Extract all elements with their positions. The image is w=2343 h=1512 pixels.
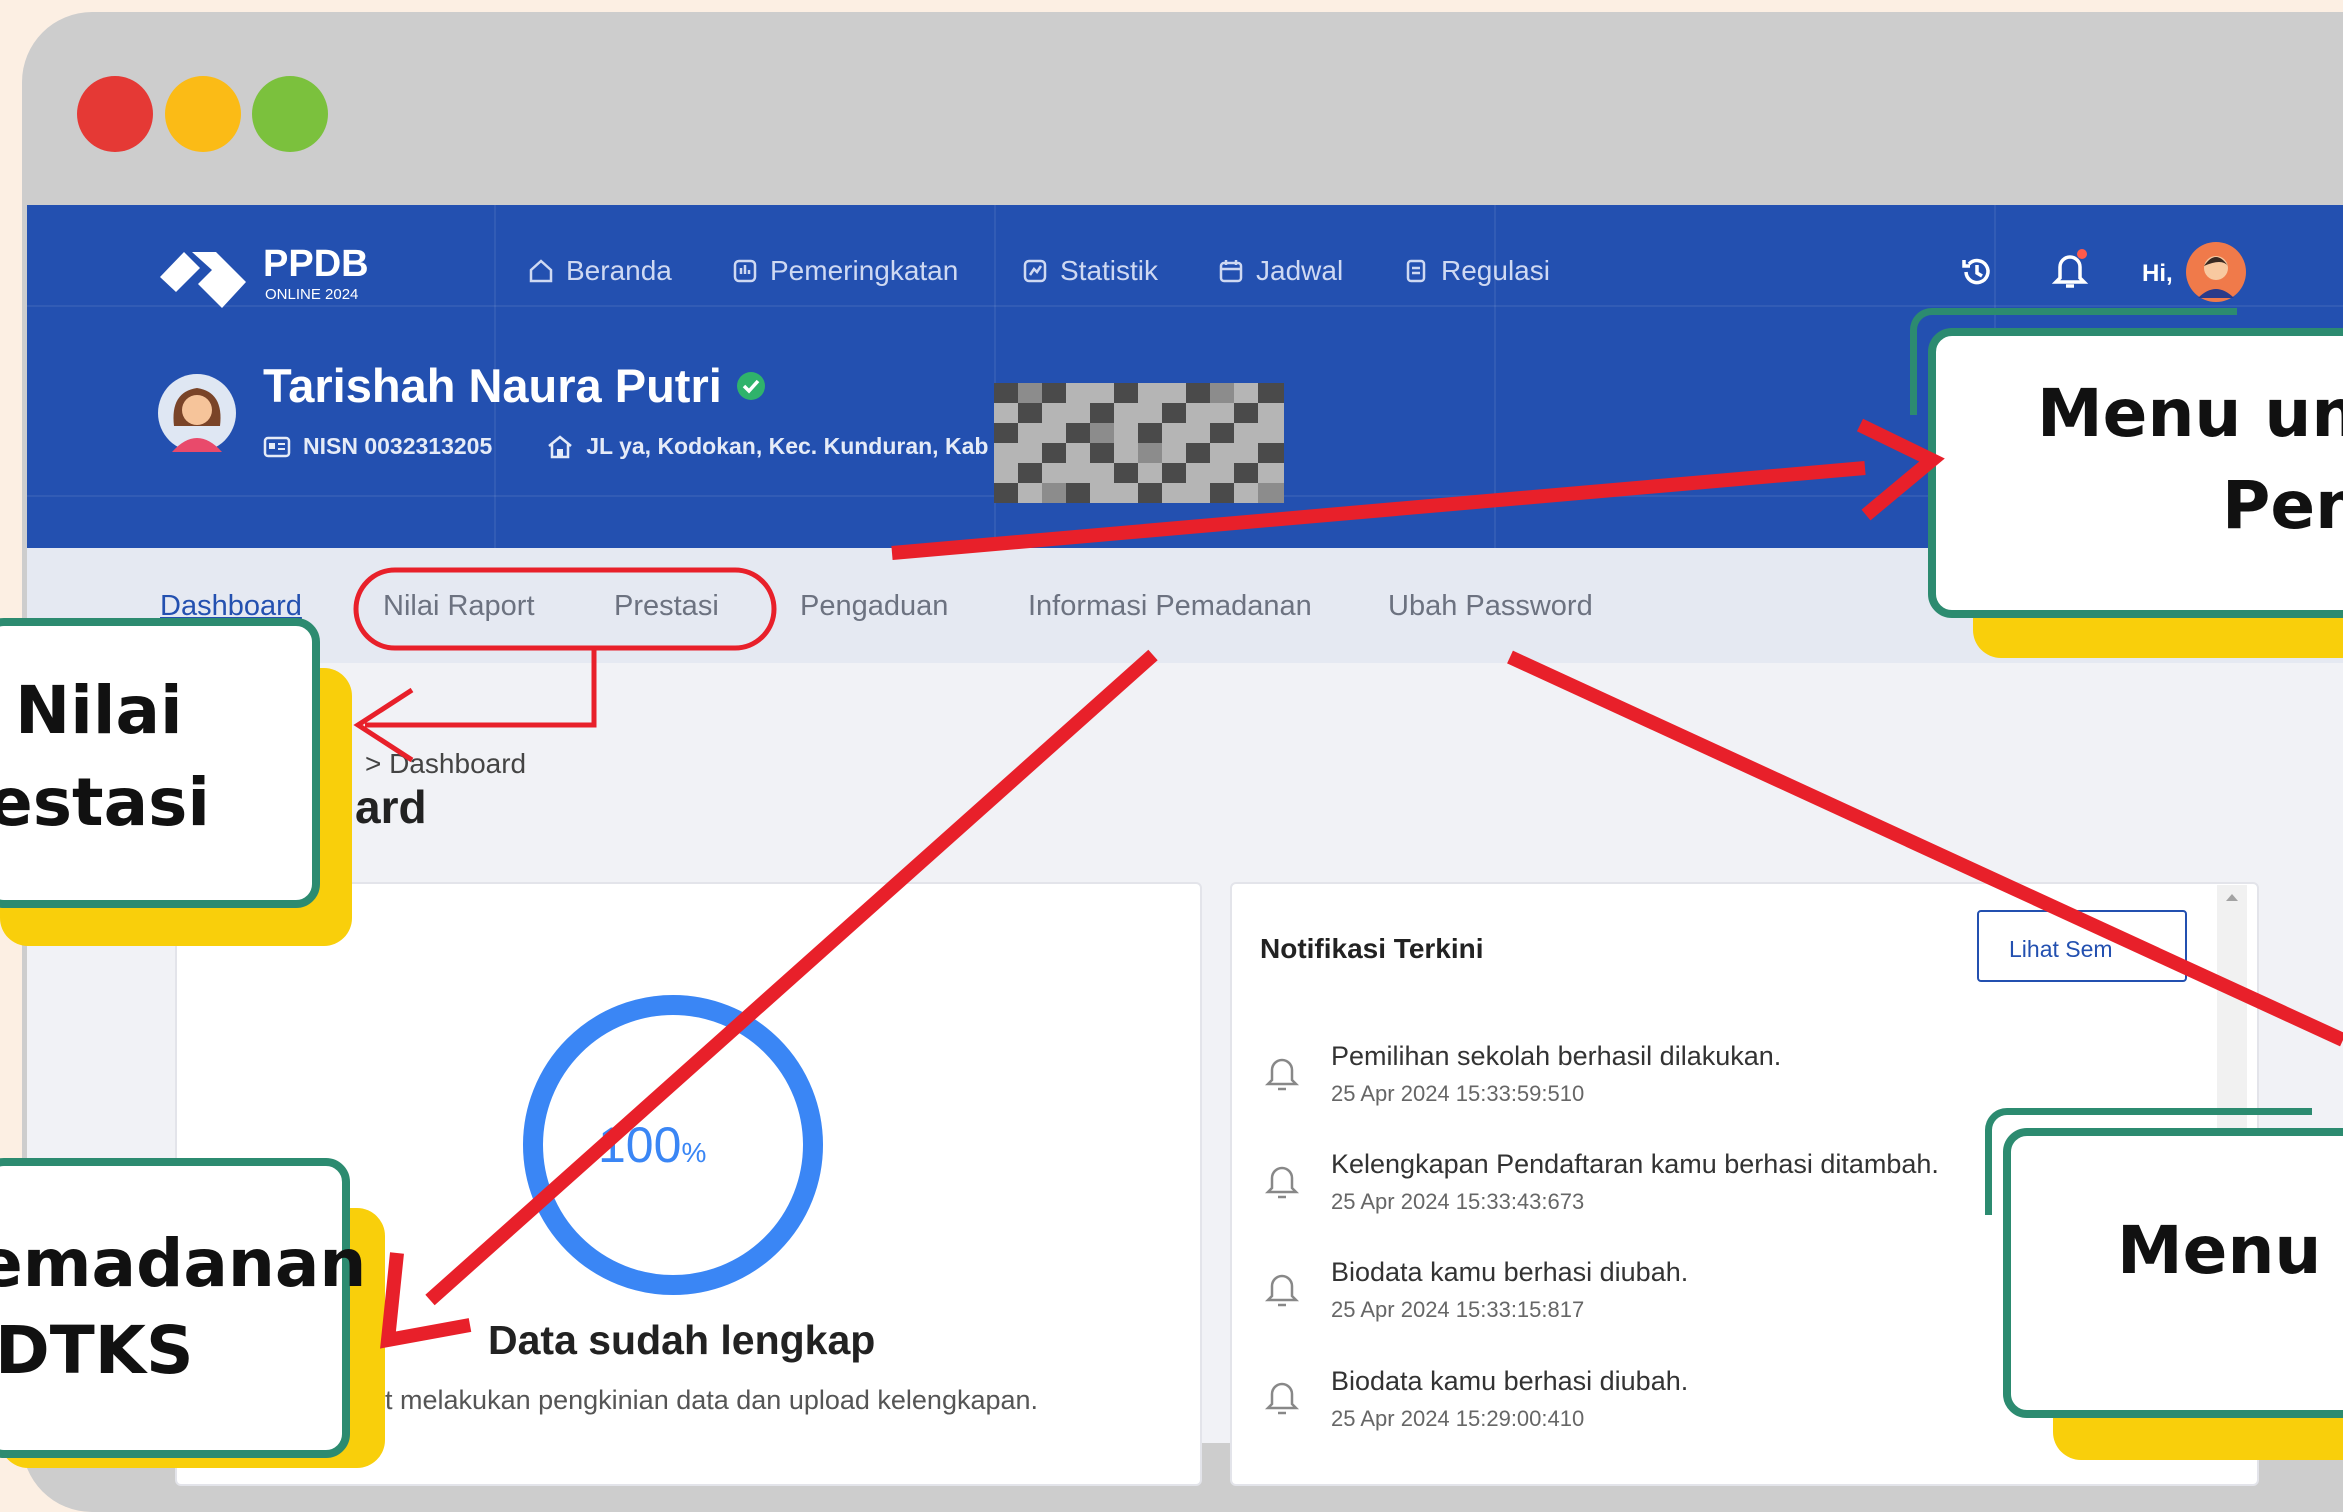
- arrow-to-menu: [891, 461, 1866, 560]
- connector-line: [365, 650, 597, 728]
- highlight-ring: [353, 567, 777, 651]
- arrow-to-ubah-password: [1507, 650, 2343, 1047]
- annotation-overlay: [353, 418, 2343, 1349]
- arrow-head: [1856, 418, 1945, 521]
- arrow-to-pemadanan: [425, 649, 1158, 1306]
